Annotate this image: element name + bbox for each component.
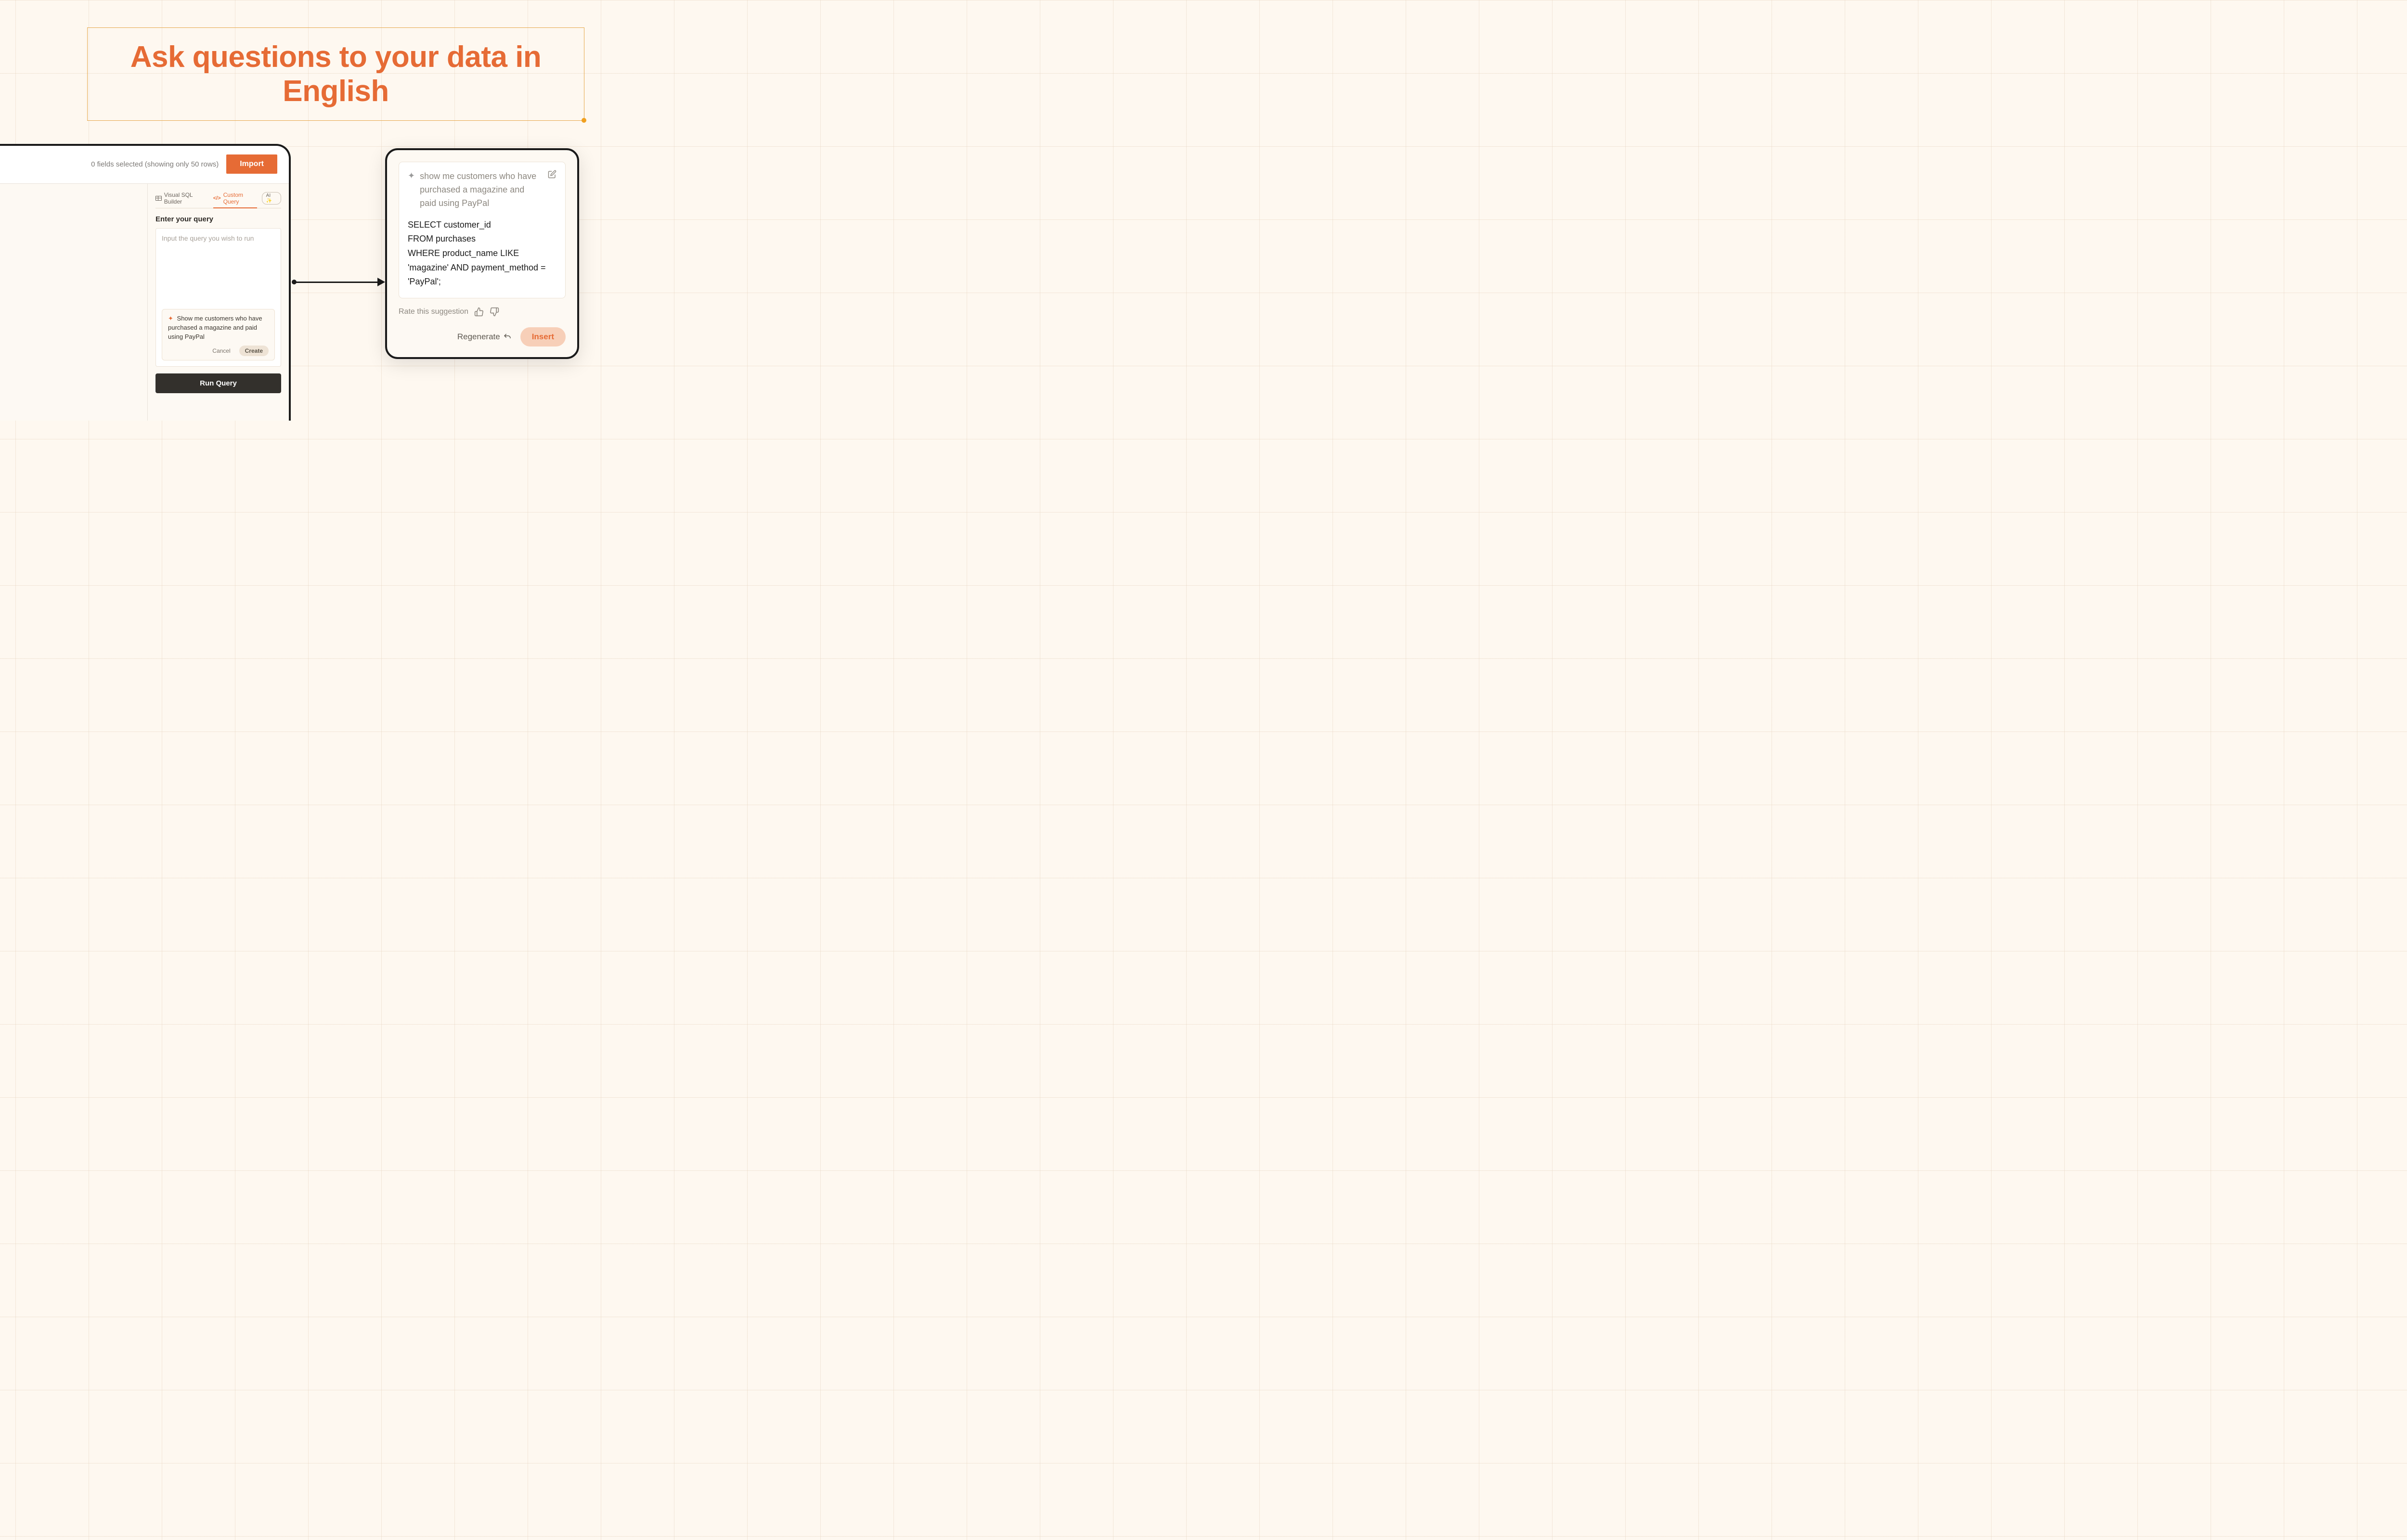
run-query-button[interactable]: Run Query	[155, 373, 281, 393]
tab-custom-query[interactable]: </> Custom Query	[213, 192, 256, 205]
query-pane: Visual SQL Builder </> Custom Query AI ✨…	[148, 184, 289, 421]
flow-arrow	[292, 277, 385, 287]
create-button[interactable]: Create	[239, 346, 269, 356]
headline-banner: Ask questions to your data in English	[87, 27, 584, 121]
ai-pill[interactable]: AI ✨	[262, 192, 281, 205]
prompt-row: ✦ show me customers who have purchased a…	[408, 170, 556, 210]
cancel-button[interactable]: Cancel	[207, 346, 236, 356]
suggestion-actions: Cancel Create	[168, 346, 269, 356]
fields-selected-status: 0 fields selected (showing only 50 rows)	[91, 160, 219, 168]
import-button[interactable]: Import	[226, 154, 277, 174]
ai-pill-label: AI ✨	[266, 193, 277, 204]
tab-custom-label: Custom Query	[223, 192, 256, 205]
insert-button[interactable]: Insert	[520, 327, 566, 346]
enter-query-heading: Enter your query	[155, 215, 281, 223]
rate-label: Rate this suggestion	[399, 308, 468, 316]
headline-text: Ask questions to your data in English	[107, 40, 565, 109]
result-actions: Regenerate Insert	[399, 327, 566, 346]
background-grid	[0, 0, 2407, 1540]
left-gutter	[0, 184, 148, 421]
thumbs-up-icon[interactable]	[474, 307, 484, 317]
ai-result-card: ✦ show me customers who have purchased a…	[385, 148, 579, 359]
query-empty-space	[162, 242, 275, 309]
code-icon: </>	[213, 195, 221, 201]
sparkle-icon: ✦	[408, 171, 415, 181]
thumbs-down-icon[interactable]	[490, 307, 499, 317]
sparkle-icon: ✦	[168, 315, 173, 322]
tab-visual-sql[interactable]: Visual SQL Builder	[155, 192, 207, 205]
tab-visual-label: Visual SQL Builder	[164, 192, 207, 205]
rate-row: Rate this suggestion	[399, 307, 566, 317]
generated-sql: SELECT customer_id FROM purchases WHERE …	[408, 218, 556, 289]
query-builder-window: 0 fields selected (showing only 50 rows)…	[0, 144, 291, 421]
query-input-box[interactable]: Input the query you wish to run ✦ Show m…	[155, 228, 281, 367]
selection-handle-icon	[582, 118, 586, 123]
prompt-text: show me customers who have purchased a m…	[420, 170, 543, 210]
edit-icon[interactable]	[548, 170, 556, 179]
regenerate-label: Regenerate	[457, 332, 500, 342]
arrow-head-icon	[377, 278, 385, 286]
query-placeholder: Input the query you wish to run	[162, 234, 275, 242]
arrow-line	[296, 282, 377, 283]
suggestion-text: Show me customers who have purchased a m…	[168, 315, 262, 340]
topbar: 0 fields selected (showing only 50 rows)…	[0, 146, 289, 180]
workspace: Visual SQL Builder </> Custom Query AI ✨…	[0, 184, 289, 421]
regenerate-button[interactable]: Regenerate	[457, 332, 512, 342]
table-icon	[155, 196, 162, 201]
ai-suggestion-card: ✦ Show me customers who have purchased a…	[162, 309, 275, 360]
prompt-block: ✦ show me customers who have purchased a…	[399, 162, 566, 298]
undo-icon	[503, 333, 512, 341]
query-tabs: Visual SQL Builder </> Custom Query AI ✨	[155, 192, 281, 208]
